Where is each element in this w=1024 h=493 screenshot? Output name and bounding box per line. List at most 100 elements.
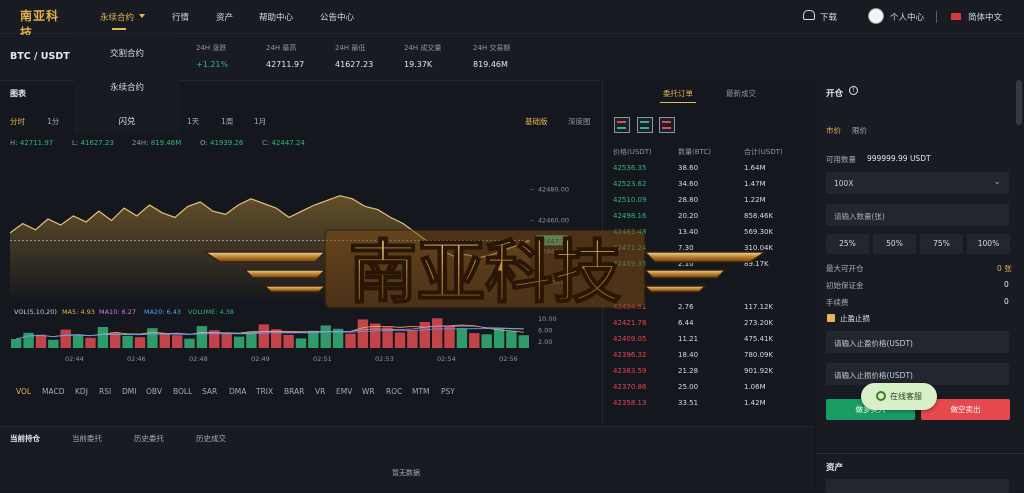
quantity-cell: 2.10 (678, 260, 694, 268)
indicator-tab-boll[interactable]: BOLL (173, 387, 192, 396)
asks-row[interactable]: 42536.35 38.60 1.64M (602, 164, 814, 177)
volume-bar (35, 334, 47, 348)
indicator-tab-roc[interactable]: ROC (386, 387, 402, 396)
nav-perpetual[interactable]: 永续合约 (100, 11, 134, 23)
ohlc-close: C: 42447.24 (262, 139, 305, 147)
pct-25-button[interactable]: 25% (826, 234, 869, 254)
price-chart[interactable]: 42447.24 42480.00 42460.00 42440.00 42420.00… (10, 158, 600, 363)
tab-order-history[interactable]: 历史委托 (134, 433, 164, 444)
asks-row[interactable]: 42498.16 20.20 858.46K (602, 212, 814, 225)
timeframe-1m[interactable]: 1分 (47, 116, 59, 127)
asks-row[interactable]: 42471.24 7.30 310.04K (602, 244, 814, 257)
dropdown-delivery[interactable]: 交割合约 (74, 47, 180, 59)
timeframe-1d[interactable]: 1天 (187, 116, 199, 127)
pct-100-button[interactable]: 100% (967, 234, 1010, 254)
bids-row[interactable]: 42358.13 33.51 1.42M (602, 399, 814, 412)
chart-mode-depth[interactable]: 深度图 (568, 116, 591, 127)
assets-button[interactable] (826, 479, 1009, 493)
bids-row[interactable]: 42383.59 21.28 901.92K (602, 367, 814, 380)
volume-bar (184, 338, 195, 348)
tab-recent-trades[interactable]: 最新成交 (726, 88, 756, 99)
bids-row[interactable]: 42409.05 11.21 475.41K (602, 335, 814, 348)
tab-positions[interactable]: 当前持仓 (10, 433, 40, 444)
ticker-volume-label: 24H 成交量 (404, 44, 442, 52)
indicator-tab-brar[interactable]: BRAR (284, 387, 304, 396)
leverage-select[interactable]: 100X ⌄ (826, 172, 1009, 194)
orderbook-asks-icon[interactable] (659, 117, 675, 133)
pct-75-button[interactable]: 75% (920, 234, 963, 254)
volume-tick-label: 10.00 (538, 315, 557, 323)
quantity-input[interactable]: 请输入数量(张) (826, 204, 1009, 226)
chart-mode-basic[interactable]: 基础版 (525, 116, 548, 127)
price-tick-label: 42480.00 (538, 186, 569, 194)
indicator-tab-sar[interactable]: SAR (202, 387, 217, 396)
dropdown-perpetual[interactable]: 永续合约 (74, 81, 180, 93)
volume-bar (432, 318, 443, 349)
total-cell: 901.92K (744, 367, 774, 375)
timeframe-1w[interactable]: 1周 (221, 116, 233, 127)
volume-bar (444, 326, 455, 348)
tab-open-orders[interactable]: 当前委托 (72, 433, 102, 444)
nav-help[interactable]: 帮助中心 (259, 11, 293, 23)
nav-market[interactable]: 行情 (172, 11, 189, 23)
volume-bar (196, 326, 208, 348)
indicator-tab-wr[interactable]: WR (362, 387, 375, 396)
orderbook-both-icon[interactable] (614, 117, 630, 133)
volume-label: VOLUME: 4.38 (188, 308, 234, 316)
quantity-cell: 28.80 (678, 196, 699, 204)
timeframe-line[interactable]: 分时 (10, 116, 25, 127)
bids-row[interactable]: 42434.51 2.76 117.12K (602, 303, 814, 316)
download-link[interactable]: 下载 (820, 11, 837, 23)
language-select[interactable]: 简体中文 (968, 11, 1002, 23)
bids-row[interactable]: 42421.78 6.44 273.20K (602, 319, 814, 332)
indicator-tab-macd[interactable]: MACD (42, 387, 64, 396)
indicator-tab-kdj[interactable]: KDJ (75, 387, 88, 396)
volume-tick-label: 6.00 (538, 327, 552, 335)
tab-trade-history[interactable]: 历史成交 (196, 433, 226, 444)
flag-icon (951, 13, 961, 20)
indicator-tab-mtm[interactable]: MTM (412, 387, 430, 396)
price-area (10, 195, 530, 298)
pct-50-button[interactable]: 50% (873, 234, 916, 254)
nav-active-underline (112, 28, 126, 30)
indicator-tab-psy[interactable]: PSY (441, 387, 455, 396)
order-type-limit[interactable]: 限价 (852, 125, 867, 136)
timeframe-1mo[interactable]: 1月 (254, 116, 266, 127)
bids-row[interactable]: 42370.86 25.00 1.06M (602, 383, 814, 396)
user-center-link[interactable]: 个人中心 (890, 11, 924, 23)
avatar[interactable] (868, 8, 884, 24)
asks-row[interactable]: 42523.62 34.60 1.47M (602, 180, 814, 193)
indicator-tab-obv[interactable]: OBV (146, 387, 162, 396)
indicator-tab-trix[interactable]: TRIX (256, 387, 273, 396)
indicator-tab-rsi[interactable]: RSI (99, 387, 111, 396)
asks-row[interactable]: 42459.35 2.10 89.17K (602, 260, 814, 273)
nav-assets[interactable]: 资产 (216, 11, 233, 23)
ob-header-total: 合计(USDT) (744, 148, 783, 156)
asks-row[interactable]: 42510.09 28.80 1.22M (602, 196, 814, 209)
stop-loss-input[interactable]: 请输入止损价格(USDT) (826, 363, 1009, 385)
trading-pair[interactable]: BTC / USDT (10, 51, 70, 62)
nav-announcements[interactable]: 公告中心 (320, 11, 354, 23)
indicator-tab-vol[interactable]: VOL (16, 387, 31, 396)
take-profit-input[interactable]: 请输入止盈价格(USDT) (826, 331, 1009, 353)
indicator-tab-vr[interactable]: VR (315, 387, 325, 396)
volume-bar (11, 339, 22, 348)
scrollbar[interactable] (1016, 80, 1022, 125)
time-tick-label: 02:48 (189, 355, 208, 363)
customer-service-button[interactable]: 在线客服 (861, 383, 937, 410)
indicator-tab-emv[interactable]: EMV (336, 387, 352, 396)
cloud-download-icon[interactable] (803, 10, 815, 20)
stop-checkbox[interactable] (827, 314, 835, 322)
site-logo[interactable]: 南亚科技 (20, 7, 66, 40)
indicator-tab-dma[interactable]: DMA (229, 387, 246, 396)
orderbook-bids-icon[interactable] (637, 117, 653, 133)
asks-row[interactable]: 42483.48 13.40 569.30K (602, 228, 814, 241)
price-cell: 42396.32 (613, 351, 647, 359)
info-icon[interactable]: ! (849, 86, 858, 95)
indicator-tab-dmi[interactable]: DMI (122, 387, 136, 396)
tab-orderbook[interactable]: 委托订单 (663, 88, 693, 99)
order-type-market[interactable]: 市价 (826, 125, 841, 136)
bids-row[interactable]: 42396.32 18.40 780.09K (602, 351, 814, 364)
dropdown-swap[interactable]: 闪兑 (74, 115, 180, 127)
volume-bar (345, 333, 356, 348)
